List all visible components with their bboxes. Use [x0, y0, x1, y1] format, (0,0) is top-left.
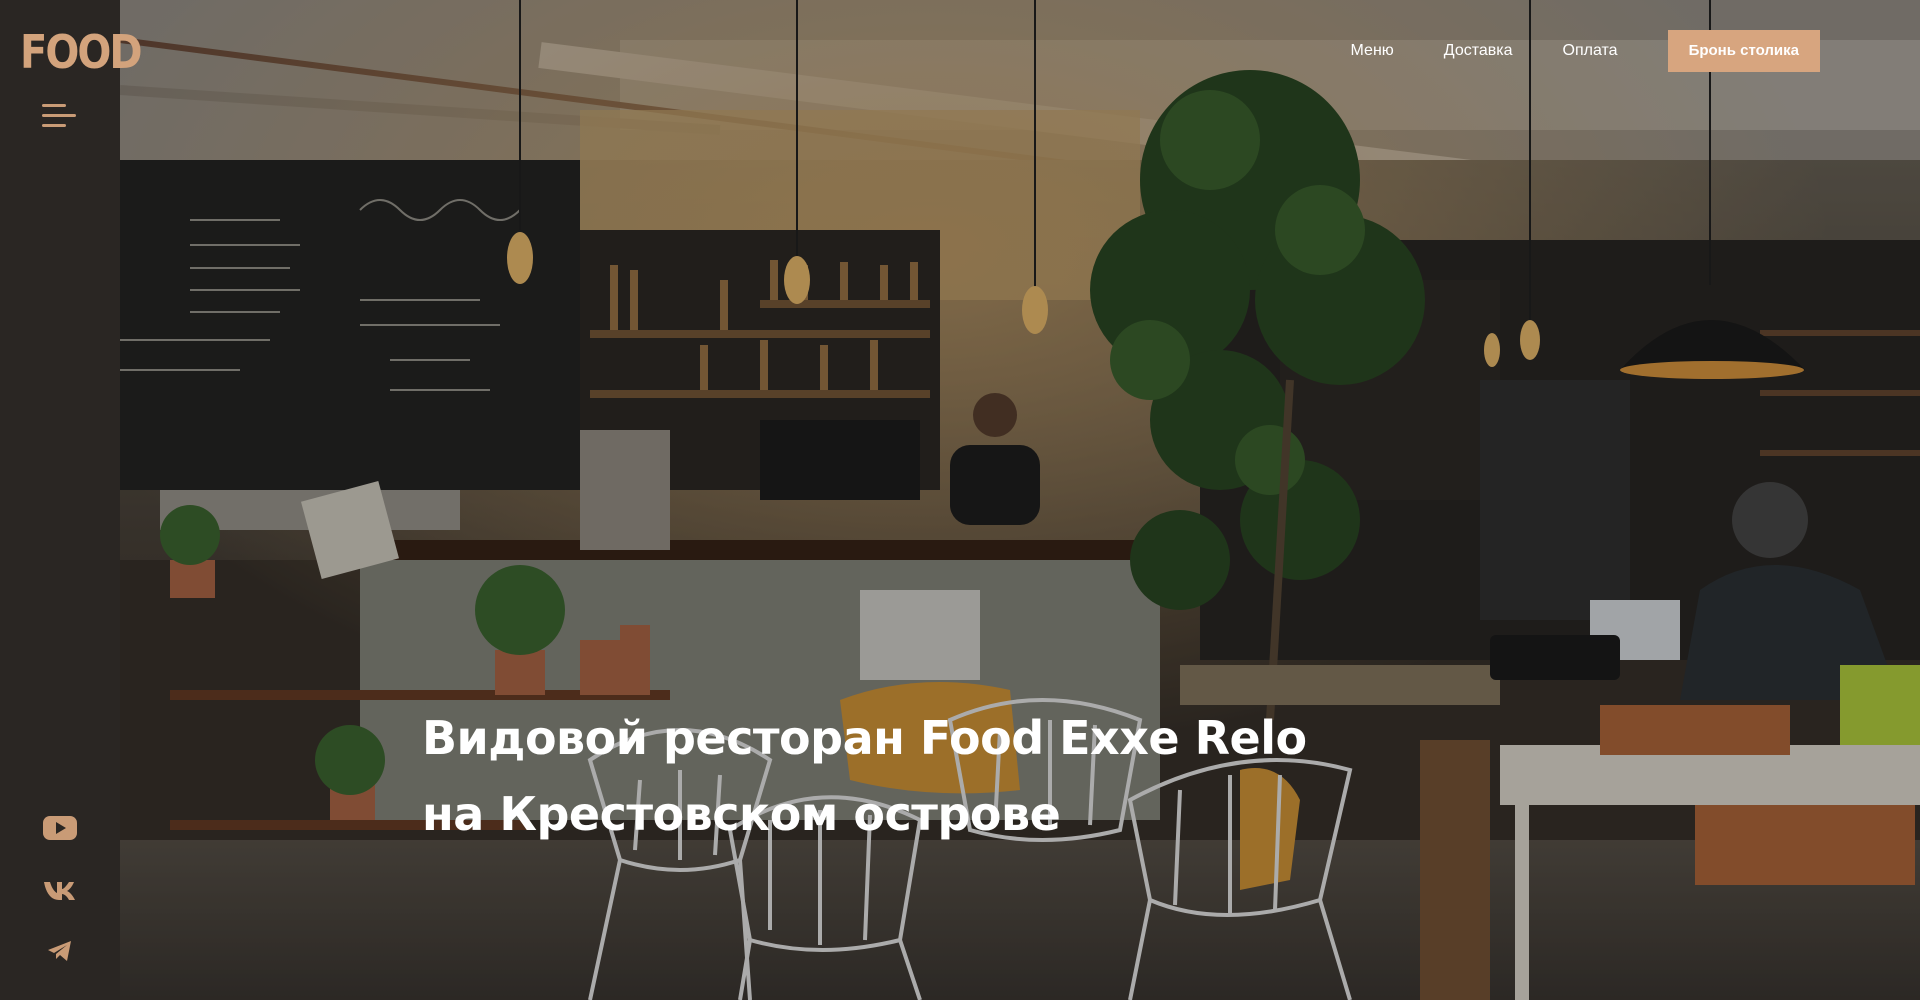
- top-navigation: Меню Доставка Оплата Бронь столика: [1351, 30, 1820, 72]
- reserve-table-button[interactable]: Бронь столика: [1667, 30, 1820, 72]
- logo[interactable]: FOOD: [20, 27, 143, 80]
- hero-headline-line1: Видовой ресторан Food Exxe Relo: [422, 711, 1307, 765]
- vk-icon[interactable]: [0, 879, 120, 901]
- telegram-icon[interactable]: [0, 940, 120, 962]
- nav-link-payment[interactable]: Оплата: [1563, 42, 1618, 60]
- nav-link-menu[interactable]: Меню: [1351, 42, 1394, 60]
- sidebar: FOOD: [0, 0, 143, 1000]
- hero-headline-line2: на Крестовском острове: [422, 787, 1061, 841]
- hero-section: Видовой ресторан Food Exxe Relo на Крест…: [120, 0, 1920, 1000]
- hamburger-menu-icon[interactable]: [42, 104, 78, 130]
- youtube-icon[interactable]: [0, 816, 120, 840]
- nav-link-delivery[interactable]: Доставка: [1444, 42, 1513, 60]
- logo-text: FOOD: [20, 26, 143, 80]
- hero-headline: Видовой ресторан Food Exxe Relo на Крест…: [422, 700, 1307, 852]
